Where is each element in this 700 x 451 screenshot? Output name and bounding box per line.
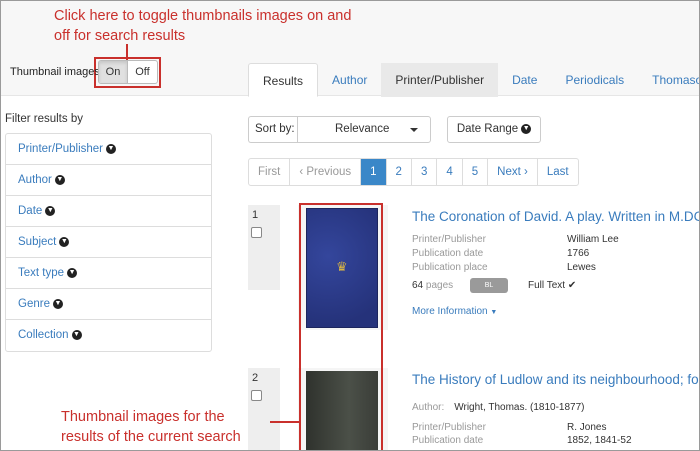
- author-label: Author:: [412, 402, 445, 413]
- thumbnail-off-button[interactable]: Off: [128, 61, 157, 83]
- page-3[interactable]: 3: [412, 159, 438, 185]
- date-range-button[interactable]: Date Range ▼: [447, 116, 541, 143]
- callout-thumbnails-note: Thumbnail images for the results of the …: [61, 409, 241, 445]
- page-last[interactable]: Last: [538, 159, 578, 185]
- caret-down-icon: ▼: [490, 309, 498, 316]
- filter-printer-publisher[interactable]: Printer/Publisher ▼: [6, 134, 211, 165]
- caret-down-icon: [410, 128, 418, 132]
- chevron-down-circle-icon: ▼: [54, 174, 65, 185]
- chevron-down-circle-icon: ▼: [45, 205, 56, 216]
- thumbnail-on-button[interactable]: On: [99, 61, 128, 83]
- thumbnail-toggle[interactable]: On Off: [98, 60, 158, 84]
- tab-author[interactable]: Author: [318, 63, 381, 97]
- filter-title: Filter results by: [5, 113, 83, 125]
- chevron-down-circle-icon: ▼: [106, 143, 117, 154]
- tab-results[interactable]: Results: [248, 63, 319, 97]
- page-2[interactable]: 2: [387, 159, 412, 185]
- full-text-label: Full Text: [528, 280, 566, 291]
- date-range-label: Date Range: [456, 123, 519, 135]
- chevron-down-circle-icon: ▼: [67, 267, 78, 278]
- field-label: Publication date: [412, 435, 484, 446]
- page-previous[interactable]: ‹ Previous: [290, 159, 362, 185]
- results-tabs: Results Author Printer/Publisher Date Pe…: [248, 63, 700, 97]
- result-title-link[interactable]: The History of Ludlow and its neighbourh…: [412, 372, 700, 387]
- field-value: 1766: [567, 248, 590, 259]
- filter-label: Text type: [18, 267, 65, 279]
- sort-value: Relevance: [335, 123, 390, 135]
- result-checkbox[interactable]: [251, 227, 262, 238]
- result-checkbox[interactable]: [251, 390, 262, 401]
- chevron-down-circle-icon: ▼: [59, 236, 70, 247]
- pagination: First ‹ Previous 1 2 3 4 5 Next › Last: [248, 158, 579, 186]
- checkmark-icon: ✔: [567, 280, 577, 291]
- page-first[interactable]: First: [249, 159, 291, 185]
- sort-by-label: Sort by:: [248, 116, 301, 143]
- filter-collection[interactable]: Collection ▼: [6, 320, 211, 351]
- field-label: Printer/Publisher: [412, 422, 486, 433]
- field-value: R. Jones: [567, 422, 607, 433]
- more-information-link[interactable]: More Information ▼: [412, 306, 497, 317]
- full-text-indicator: Full Text ✔: [528, 280, 576, 291]
- result-number-column: 1: [248, 205, 280, 290]
- filter-label: Printer/Publisher: [18, 143, 104, 155]
- page-5[interactable]: 5: [463, 159, 489, 185]
- page-1[interactable]: 1: [361, 159, 387, 185]
- result-number: 1: [252, 209, 259, 221]
- field-value: 1852, 1841-52: [567, 435, 632, 446]
- filter-genre[interactable]: Genre ▼: [6, 289, 211, 320]
- tab-printer-publisher[interactable]: Printer/Publisher: [381, 63, 499, 97]
- filter-list: Printer/Publisher ▼ Author ▼ Date ▼ Subject…: [5, 133, 212, 352]
- author-value: Wright, Thomas. (1810-1877): [454, 402, 585, 413]
- author-line: Author: Wright, Thomas. (1810-1877): [412, 402, 585, 413]
- result-title-link[interactable]: The Coronation of David. A play. Written…: [412, 209, 700, 224]
- library-badge: BL: [470, 278, 508, 293]
- filter-subject[interactable]: Subject ▼: [6, 227, 211, 258]
- field-value: Lewes: [567, 262, 596, 273]
- chevron-down-circle-icon: ▼: [52, 298, 63, 309]
- page-count-value: 64: [412, 280, 424, 291]
- page-count-unit: pages: [425, 280, 454, 291]
- callout-connector: [270, 421, 300, 423]
- page-count: 64 pages: [412, 280, 453, 291]
- page-next[interactable]: Next ›: [488, 159, 538, 185]
- sort-select[interactable]: Relevance: [297, 116, 431, 143]
- filter-text-type[interactable]: Text type ▼: [6, 258, 211, 289]
- more-information-label: More Information: [412, 306, 488, 317]
- field-label: Publication place: [412, 262, 488, 273]
- tab-periodicals[interactable]: Periodicals: [551, 63, 638, 97]
- chevron-down-circle-icon: ▼: [71, 329, 82, 340]
- field-label: Publication date: [412, 248, 484, 259]
- filter-label: Genre: [18, 298, 50, 310]
- chevron-down-circle-icon: ▼: [521, 123, 532, 134]
- thumbnail-images-label: Thumbnail images:: [10, 66, 103, 78]
- filter-label: Date: [18, 205, 43, 217]
- filter-author[interactable]: Author ▼: [6, 165, 211, 196]
- field-label: Printer/Publisher: [412, 234, 486, 245]
- page-4[interactable]: 4: [437, 159, 463, 185]
- callout-toggle-note: Click here to toggle thumbnails images o…: [54, 8, 352, 44]
- thumbnails-highlight-box: [299, 203, 383, 451]
- filter-label: Subject: [18, 236, 57, 248]
- field-value: William Lee: [567, 234, 619, 245]
- filter-label: Author: [18, 174, 52, 186]
- filter-date[interactable]: Date ▼: [6, 196, 211, 227]
- tab-thomason-tracts[interactable]: Thomason Tra: [638, 63, 700, 97]
- filter-label: Collection: [18, 329, 69, 341]
- result-number: 2: [252, 372, 259, 384]
- tab-date[interactable]: Date: [498, 63, 551, 97]
